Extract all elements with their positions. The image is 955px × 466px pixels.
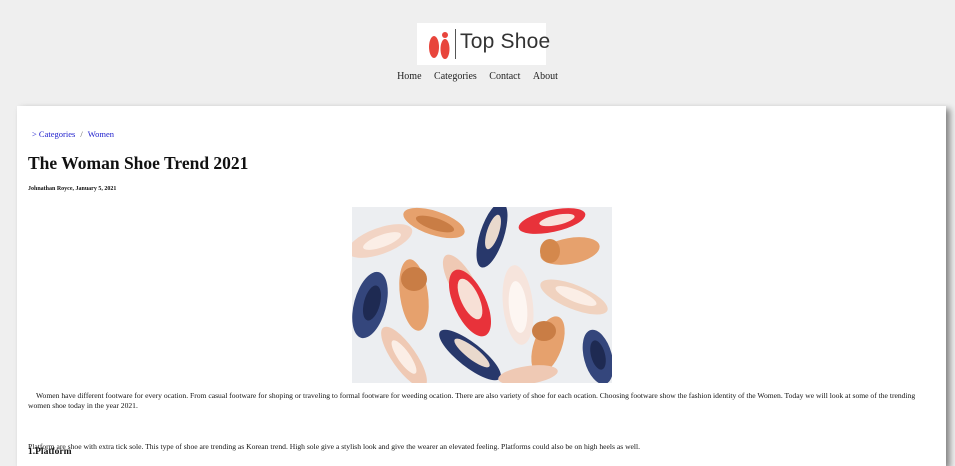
nav-contact[interactable]: Contact [489, 71, 520, 82]
shoes-illustration [352, 207, 612, 383]
article-byline: Johnathan Royce, January 5, 2021 [28, 186, 117, 192]
section-text-platform: Platform are shoe with extra tick sole. … [28, 442, 641, 451]
page-title: The Woman Shoe Trend 2021 [28, 153, 249, 173]
breadcrumb-categories[interactable]: Categories [39, 129, 75, 139]
article-intro: Women have different footware for every … [28, 391, 916, 410]
main-nav: Home Categories Contact About [0, 71, 955, 82]
site-logo[interactable]: Top Shoe [417, 23, 550, 65]
breadcrumb: > Categories / Women [32, 129, 114, 139]
article-card: > Categories / Women The Woman Shoe Tren… [17, 106, 946, 466]
logo-text: Top Shoe [460, 30, 551, 53]
nav-about[interactable]: About [533, 71, 558, 82]
logo-mark-icon [429, 32, 450, 59]
hero-image [352, 207, 612, 383]
breadcrumb-women[interactable]: Women [88, 129, 114, 139]
nav-categories[interactable]: Categories [434, 71, 477, 82]
logo-divider [455, 29, 456, 59]
nav-home[interactable]: Home [397, 71, 421, 82]
breadcrumb-prefix: > [32, 129, 37, 139]
site-header: Top Shoe Home Categories Contact About [0, 0, 955, 104]
breadcrumb-separator: / [80, 129, 83, 139]
